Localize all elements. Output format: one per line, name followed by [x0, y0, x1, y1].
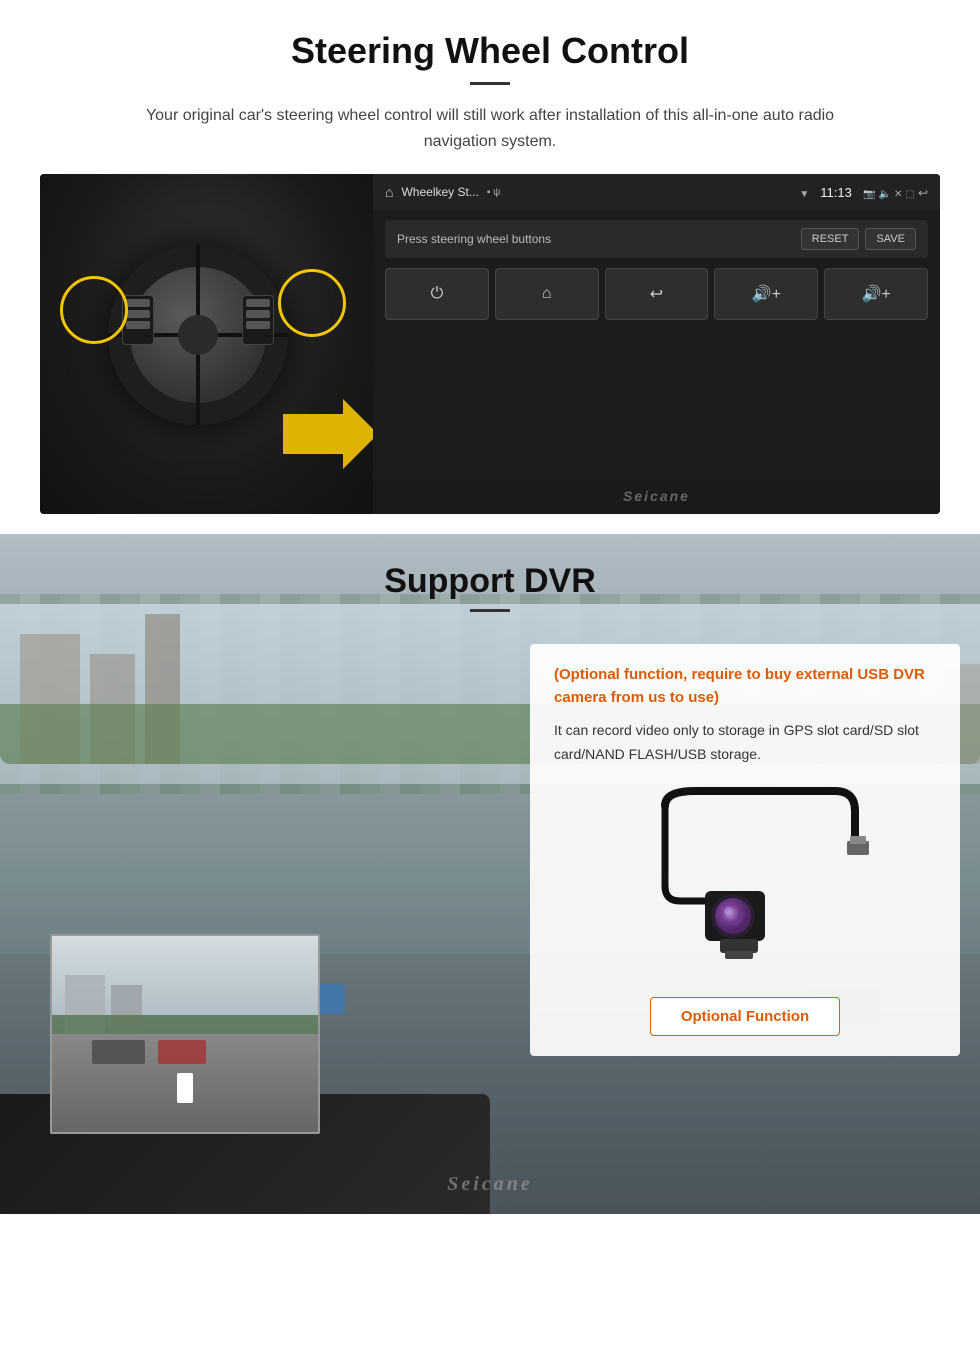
- dvr-info-card: (Optional function, require to buy exter…: [530, 644, 960, 1056]
- dvr-preview-image: [50, 934, 320, 1134]
- back-icon-btn: ↩: [650, 284, 663, 304]
- signal-icons: ▪ ψ: [487, 187, 500, 198]
- dvr-camera-image: [554, 781, 936, 981]
- steering-image-wrapper: ⌂ Wheelkey St... ▪ ψ ▼ 11:13 📷 🔈 ✕ ⬚ ↩ P: [40, 174, 940, 514]
- dvr-preview-inner: [52, 936, 318, 1132]
- home-btn[interactable]: ⌂: [495, 268, 599, 320]
- dvr-optional-text: (Optional function, require to buy exter…: [554, 664, 936, 709]
- sound-icon: 🔈: [878, 189, 890, 200]
- time-display: 11:13: [820, 185, 852, 200]
- control-buttons: RESET SAVE: [801, 228, 916, 250]
- save-button[interactable]: SAVE: [865, 228, 916, 250]
- steering-instruction: Press steering wheel buttons: [397, 232, 551, 246]
- topbar-left: ⌂ Wheelkey St... ▪ ψ: [385, 184, 500, 200]
- dvr-description: It can record video only to storage in G…: [554, 719, 936, 767]
- steering-buttons-grid: ⏻ ⌂ ↩ 🔊+ 🔊+: [385, 268, 928, 320]
- nav-icon: ⬚: [905, 189, 914, 200]
- reset-button[interactable]: RESET: [801, 228, 860, 250]
- dvr-camera-svg: [615, 786, 875, 976]
- dvr-brand-text: Seicane: [447, 1173, 532, 1195]
- android-screen: ⌂ Wheelkey St... ▪ ψ ▼ 11:13 📷 🔈 ✕ ⬚ ↩ P: [373, 174, 940, 514]
- android-topbar: ⌂ Wheelkey St... ▪ ψ ▼ 11:13 📷 🔈 ✕ ⬚ ↩: [373, 174, 940, 210]
- vol-up-icon: 🔊+: [752, 284, 781, 304]
- screen-brand: Seicane: [623, 488, 690, 504]
- x-icon: ✕: [894, 189, 902, 200]
- title-divider: [470, 82, 510, 85]
- back-icon-top: ↩: [918, 186, 928, 200]
- vol-up-btn[interactable]: 🔊+: [714, 268, 818, 320]
- steering-control-bar: Press steering wheel buttons RESET SAVE: [385, 220, 928, 258]
- steering-section: Steering Wheel Control Your original car…: [0, 0, 980, 534]
- steering-description: Your original car's steering wheel contr…: [140, 103, 840, 154]
- vol-up-btn2[interactable]: 🔊+: [824, 268, 928, 320]
- steering-photo: [40, 174, 373, 514]
- camera-icon: 📷: [863, 189, 875, 200]
- steering-title: Steering Wheel Control: [40, 30, 940, 72]
- vol-up-icon2: 🔊+: [861, 284, 890, 304]
- power-icon: ⏻: [431, 285, 444, 303]
- android-content: Press steering wheel buttons RESET SAVE …: [373, 210, 940, 480]
- dvr-watermark: Seicane: [447, 1173, 532, 1196]
- dvr-section: Support DVR (Optional function, require …: [0, 534, 980, 1214]
- topbar-center: ▼ 11:13 📷 🔈 ✕ ⬚ ↩: [799, 185, 928, 200]
- dvr-title-area: Support DVR: [0, 534, 980, 628]
- optional-function-button[interactable]: Optional Function: [650, 997, 840, 1036]
- wifi-icon: ▼: [799, 189, 809, 200]
- back-btn[interactable]: ↩: [605, 268, 709, 320]
- dvr-divider: [470, 609, 510, 612]
- home-icon-btn: ⌂: [542, 285, 552, 303]
- dvr-title: Support DVR: [0, 562, 980, 601]
- home-icon: ⌂: [385, 184, 393, 200]
- screen-watermark: Seicane: [373, 480, 940, 514]
- app-label: Wheelkey St...: [401, 185, 478, 199]
- power-btn[interactable]: ⏻: [385, 268, 489, 320]
